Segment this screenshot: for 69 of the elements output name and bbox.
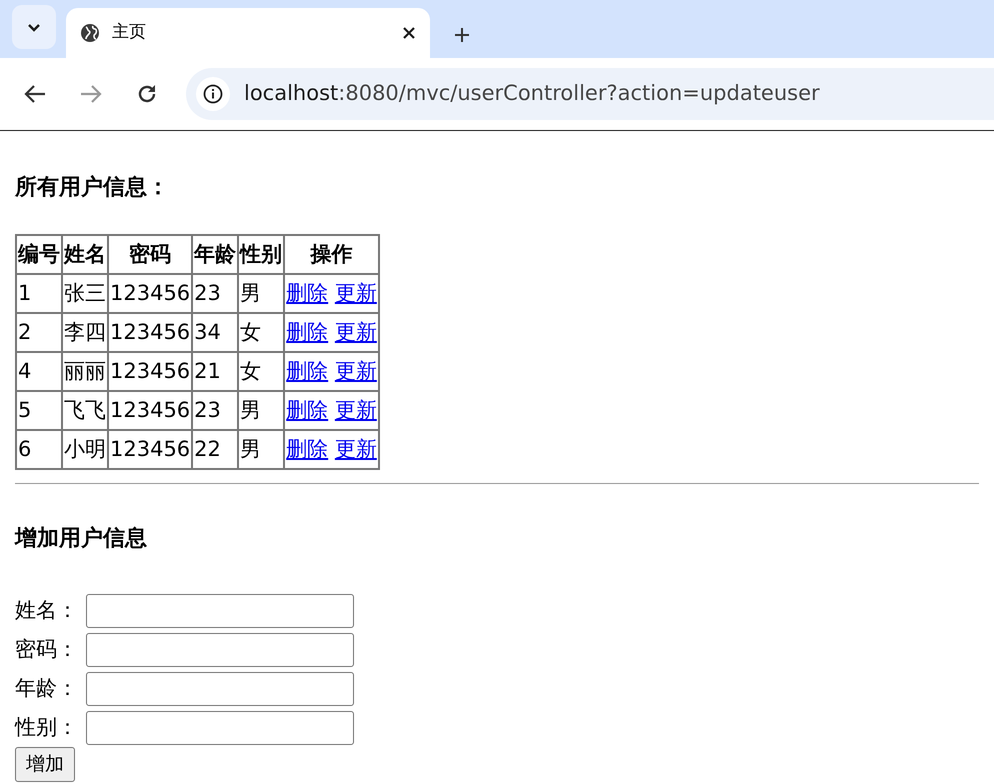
update-link[interactable]: 更新 <box>334 436 377 461</box>
field-label: 年龄： <box>15 674 78 702</box>
delete-link[interactable]: 删除 <box>286 436 328 461</box>
update-link[interactable]: 更新 <box>334 320 377 344</box>
chevron-down-icon <box>27 22 41 32</box>
table-cell: 23 <box>192 391 238 430</box>
tab-title: 主页 <box>112 21 146 44</box>
reload-button[interactable] <box>136 83 158 105</box>
column-header: 性别 <box>238 235 284 274</box>
globe-icon <box>80 23 100 43</box>
table-cell: 1 <box>16 274 62 313</box>
section-heading: 增加用户信息 <box>15 525 148 553</box>
field-label: 姓名： <box>15 596 78 624</box>
input-field[interactable] <box>86 710 354 744</box>
delete-link[interactable]: 删除 <box>286 358 328 383</box>
update-link[interactable]: 更新 <box>334 280 377 305</box>
table-cell: 123456 <box>108 391 192 430</box>
table-cell: 123456 <box>108 430 192 469</box>
table-cell: 男 <box>238 391 284 430</box>
table-cell: 22 <box>192 430 238 469</box>
delete-link[interactable]: 删除 <box>286 398 328 422</box>
address-bar[interactable]: localhost:8080/mvc/userController?action=updateuser <box>186 68 994 120</box>
input-field[interactable] <box>86 672 354 706</box>
field-label: 性别： <box>15 714 78 741</box>
table-cell: 张三 <box>62 274 108 313</box>
table-cell: 21 <box>192 352 238 391</box>
table-cell: 男 <box>238 274 284 313</box>
column-header: 编号 <box>16 235 62 274</box>
url-text: localhost:8080/mvc/userController?action=updateuser <box>244 80 820 108</box>
table-cell: 123456 <box>108 274 192 313</box>
site-info-button[interactable] <box>196 77 230 111</box>
back-button[interactable] <box>24 84 46 104</box>
field-label: 密码： <box>15 636 78 663</box>
table-cell: 男 <box>238 430 284 469</box>
plus-icon <box>454 27 470 43</box>
table-cell: 34 <box>192 313 238 352</box>
table-cell: 23 <box>192 274 238 313</box>
column-header: 密码 <box>108 235 192 274</box>
browser-tab[interactable]: 主页 <box>66 8 430 58</box>
close-icon <box>402 26 416 40</box>
table-cell: 123456 <box>108 352 192 391</box>
table-cell: 6 <box>16 430 62 469</box>
column-header: 年龄 <box>192 235 238 274</box>
forward-button[interactable] <box>80 84 102 104</box>
column-header: 姓名 <box>62 235 108 274</box>
table-cell: 小明 <box>62 430 108 469</box>
table-cell: 女 <box>238 313 284 352</box>
update-link[interactable]: 更新 <box>334 398 377 422</box>
table-cell: 丽丽 <box>62 352 108 391</box>
input-field[interactable] <box>86 594 354 628</box>
column-header: 操作 <box>284 235 379 274</box>
close-tab-button[interactable] <box>402 26 416 40</box>
table-cell: 2 <box>16 313 62 352</box>
input-field[interactable] <box>86 632 354 666</box>
table-cell: 女 <box>238 352 284 391</box>
delete-link[interactable]: 删除 <box>286 280 328 305</box>
table-cell: 5 <box>16 391 62 430</box>
table-cell: 4 <box>16 352 62 391</box>
back-arrow-icon <box>24 84 46 104</box>
add-button[interactable]: 增加 <box>15 747 75 782</box>
table-cell: 李四 <box>62 313 108 352</box>
forward-arrow-icon <box>80 84 102 104</box>
table-cell: 123456 <box>108 313 192 352</box>
delete-link[interactable]: 删除 <box>286 320 328 344</box>
reload-icon <box>136 83 158 105</box>
info-icon <box>203 84 223 104</box>
update-link[interactable]: 更新 <box>334 358 377 383</box>
table-cell: 飞飞 <box>62 391 108 430</box>
section-heading: 所有用户信息： <box>15 174 170 202</box>
